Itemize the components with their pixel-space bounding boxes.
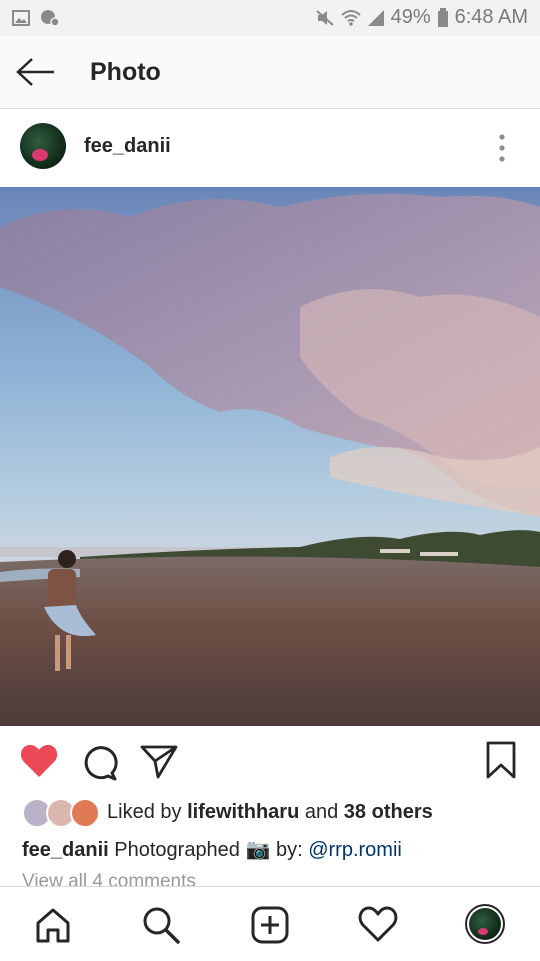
post-username[interactable]: fee_danii [84,135,171,158]
more-options-icon[interactable] [492,131,512,165]
liker-avatars [22,798,102,828]
comment-icon[interactable] [82,745,118,781]
add-post-icon[interactable] [250,905,290,945]
clock: 6:48 AM [454,6,528,28]
signal-icon [367,9,384,26]
avatar [70,798,100,828]
share-icon[interactable] [140,745,178,779]
post-actions [0,728,540,798]
caption-username[interactable]: fee_danii [22,839,109,861]
activity-heart-icon[interactable] [358,905,398,945]
caption-text-after: by: [275,839,303,861]
mute-icon [315,9,334,26]
home-icon[interactable] [33,905,73,945]
back-arrow-icon[interactable] [14,54,58,90]
post-photo[interactable] [0,187,540,726]
location-settings-icon [41,10,60,27]
search-icon[interactable] [141,905,181,945]
first-liker-link[interactable]: lifewithharu [187,801,299,823]
caption-mention-link[interactable]: @rrp.romii [308,839,402,861]
profile-icon[interactable] [465,904,505,944]
status-bar: 49% 6:48 AM [0,0,540,36]
camera-emoji: 📷 [245,839,271,861]
caption-text: Photographed [114,839,240,861]
caption: fee_danii Photographed 📷 by: @rrp.romii [22,837,402,862]
heart-icon[interactable] [20,744,58,778]
avatar[interactable] [20,123,66,169]
image-icon [12,10,30,26]
page-title: Photo [90,58,161,86]
battery-icon [437,7,448,27]
app-bar: Photo [0,36,540,109]
likes-row[interactable]: Liked by lifewithharu and 38 others [22,798,522,828]
likes-connector: and [304,801,339,823]
bottom-nav [0,886,540,961]
bookmark-icon[interactable] [485,741,517,779]
wifi-icon [340,9,361,26]
likes-prefix: Liked by [107,801,182,823]
post-header: fee_danii [0,109,540,187]
battery-percent: 49% [390,6,431,28]
others-link[interactable]: 38 others [344,801,433,823]
